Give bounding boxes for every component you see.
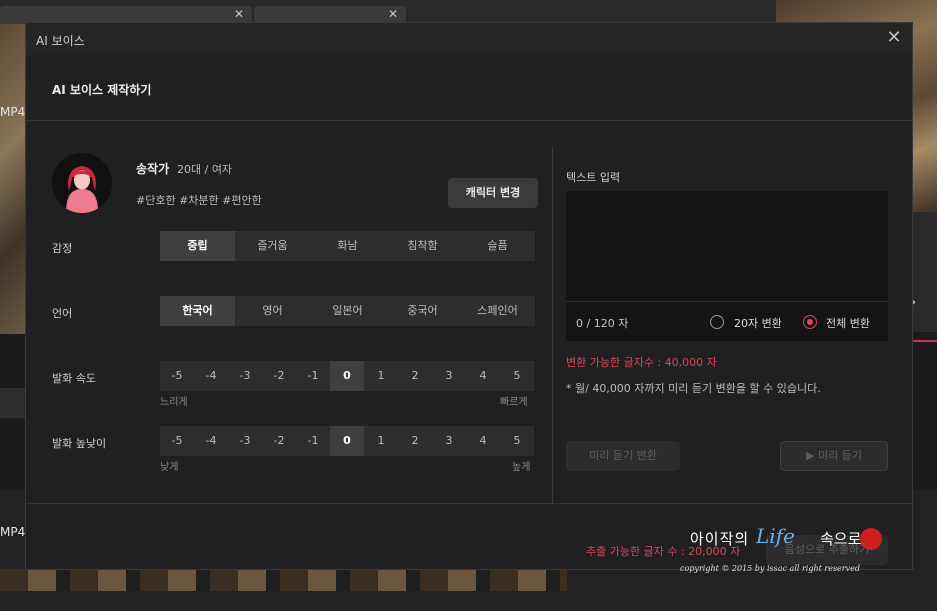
radio-20-chars[interactable] — [710, 315, 724, 329]
text-input-field[interactable] — [566, 191, 888, 301]
speed-option[interactable]: -5 — [160, 361, 194, 391]
speed-max-hint: 빠르게 — [500, 397, 528, 408]
background-panel — [913, 212, 937, 332]
watermark-text: 속으로 — [820, 530, 862, 548]
character-avatar-icon — [52, 153, 112, 213]
speed-scale: -5 -4 -3 -2 -1 0 1 2 3 4 5 — [160, 361, 534, 391]
close-icon[interactable]: ✕ — [234, 7, 244, 21]
footer-divider — [26, 503, 912, 504]
pitch-option[interactable]: 0 — [330, 426, 364, 456]
background-media-thumbnail — [0, 24, 26, 334]
emotion-option[interactable]: 화남 — [310, 231, 385, 261]
speed-option[interactable]: -3 — [228, 361, 262, 391]
pitch-min-hint: 낮게 — [160, 462, 179, 473]
preview-convert-button[interactable]: 미리 듣기 변환 — [566, 441, 680, 471]
background-filmstrip — [0, 569, 567, 591]
watermark-copyright: copyright © 2015 by issac all right rese… — [680, 564, 860, 573]
pitch-option[interactable]: 5 — [500, 426, 534, 456]
pitch-option[interactable]: -1 — [296, 426, 330, 456]
pitch-option[interactable]: -5 — [160, 426, 194, 456]
preview-play-label: 미리 듣기 — [817, 449, 862, 462]
monthly-limit-note: * 월/ 40,000 자까지 미리 듣기 변환을 할 수 있습니다. — [566, 382, 821, 395]
emotion-option[interactable]: 슬픔 — [460, 231, 535, 261]
radio-all-chars[interactable] — [803, 315, 817, 329]
media-type-label: MP4 — [0, 105, 26, 119]
speed-label: 발화 속도 — [52, 372, 96, 385]
dialog-content: AI 보이스 제작하기 송작가 20대 / 여자 #단호한 #차분한 #편안한 … — [26, 55, 912, 569]
language-option[interactable]: 한국어 — [160, 296, 235, 326]
language-label: 언어 — [52, 307, 73, 320]
speed-min-hint: 느리게 — [160, 397, 188, 408]
emotion-selector: 중립 즐거움 화남 침착함 슬픔 — [160, 231, 535, 261]
emotion-label: 감정 — [52, 242, 73, 255]
radio-all-chars-label: 전체 변환 — [826, 317, 870, 330]
speed-option[interactable]: -4 — [194, 361, 228, 391]
emotion-option[interactable]: 침착함 — [385, 231, 460, 261]
content-header: AI 보이스 제작하기 — [26, 55, 912, 121]
radio-20-chars-label: 20자 변환 — [734, 317, 782, 330]
available-chars-text: 변환 가능한 글자수 : 40,000 자 — [566, 356, 717, 369]
emotion-option[interactable]: 즐거움 — [235, 231, 310, 261]
speed-option[interactable]: -2 — [262, 361, 296, 391]
speed-option[interactable]: -1 — [296, 361, 330, 391]
pitch-option[interactable]: 1 — [364, 426, 398, 456]
dialog-titlebar: AI 보이스 ✕ — [26, 23, 912, 55]
pitch-label: 발화 높낮이 — [52, 437, 107, 450]
background-track-row — [0, 388, 26, 418]
seal-icon — [860, 528, 882, 550]
panel-divider — [552, 147, 553, 503]
speed-option[interactable]: 4 — [466, 361, 500, 391]
pitch-scale: -5 -4 -3 -2 -1 0 1 2 3 4 5 — [160, 426, 534, 456]
background-timeline-marker — [913, 340, 937, 342]
speed-option[interactable]: 3 — [432, 361, 466, 391]
pitch-option[interactable]: 3 — [432, 426, 466, 456]
speed-option[interactable]: 2 — [398, 361, 432, 391]
language-option[interactable]: 일본어 — [310, 296, 385, 326]
content-title: AI 보이스 제작하기 — [52, 83, 152, 97]
ai-voice-dialog: AI 보이스 ✕ AI 보이스 제작하기 송작가 20대 / 여자 #단호한 #… — [25, 22, 913, 570]
watermark-life-text: Life — [756, 524, 795, 548]
speed-option[interactable]: 5 — [500, 361, 534, 391]
pitch-option[interactable]: -2 — [262, 426, 296, 456]
watermark-text: 아이작의 — [690, 530, 750, 548]
language-option[interactable]: 영어 — [235, 296, 310, 326]
change-character-button[interactable]: 캐릭터 변경 — [448, 178, 538, 208]
pitch-option[interactable]: -3 — [228, 426, 262, 456]
close-icon[interactable]: ✕ — [884, 28, 904, 48]
watermark: 아이작의 Life 속으로 copyright © 2015 by issac … — [680, 524, 890, 578]
preview-play-button[interactable]: ▶ 미리 듣기 — [780, 441, 888, 471]
pitch-option[interactable]: 4 — [466, 426, 500, 456]
pitch-option[interactable]: 2 — [398, 426, 432, 456]
dialog-title: AI 보이스 — [36, 34, 85, 48]
speed-option[interactable]: 1 — [364, 361, 398, 391]
text-input-footer: 0 / 120 자 20자 변환 전체 변환 — [566, 301, 888, 341]
character-name: 송작가 — [136, 162, 170, 176]
character-tags: #단호한 #차분한 #편안한 — [136, 194, 262, 207]
language-selector: 한국어 영어 일본어 중국어 스페인어 — [160, 296, 535, 326]
language-option[interactable]: 스페인어 — [460, 296, 535, 326]
play-icon: ▶ — [806, 449, 815, 462]
char-counter: 0 / 120 자 — [576, 317, 629, 330]
pitch-option[interactable]: -4 — [194, 426, 228, 456]
close-icon[interactable]: ✕ — [388, 7, 398, 21]
speed-option[interactable]: 0 — [330, 361, 364, 391]
media-type-label: MP4 — [0, 525, 26, 539]
text-input-label: 텍스트 입력 — [566, 171, 621, 184]
character-meta: 20대 / 여자 — [177, 163, 233, 176]
emotion-option[interactable]: 중립 — [160, 231, 235, 261]
language-option[interactable]: 중국어 — [385, 296, 460, 326]
pitch-max-hint: 높게 — [512, 462, 531, 473]
